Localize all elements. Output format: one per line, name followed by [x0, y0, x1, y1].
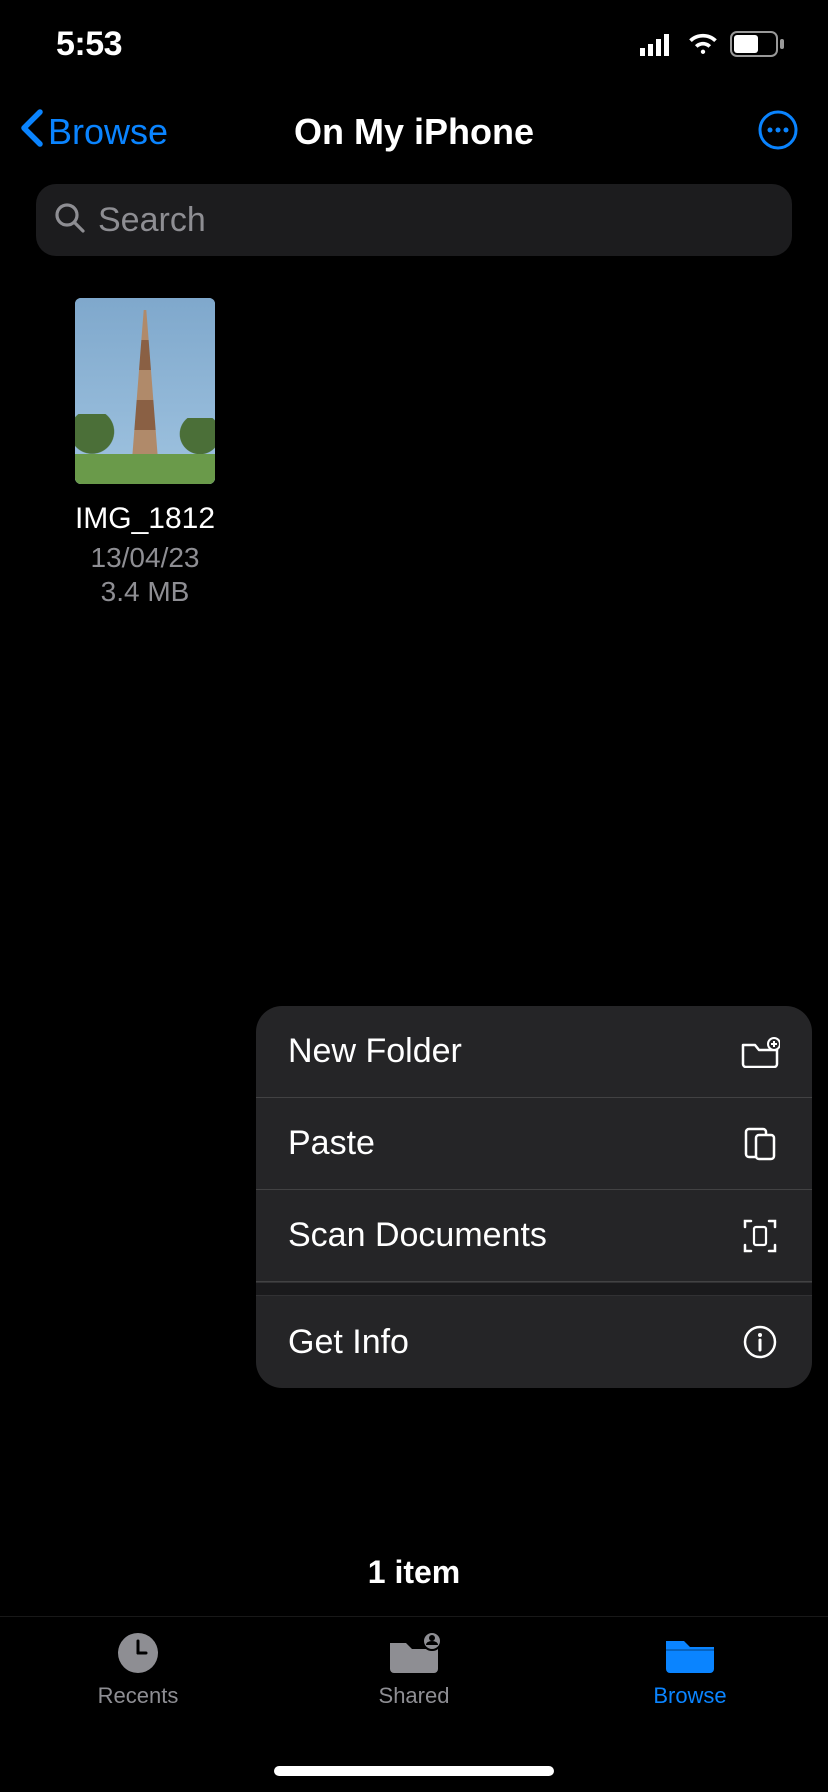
file-size: 3.4 MB	[101, 576, 190, 608]
chevron-left-icon	[18, 108, 46, 157]
menu-label: Scan Documents	[288, 1216, 547, 1255]
folder-plus-icon	[740, 1032, 780, 1072]
more-options-button[interactable]	[756, 110, 800, 154]
file-item[interactable]: IMG_1812 13/04/23 3.4 MB	[40, 298, 250, 608]
menu-get-info[interactable]: Get Info	[256, 1296, 812, 1388]
search-input[interactable]	[98, 201, 774, 240]
folder-icon	[662, 1631, 718, 1675]
status-time: 5:53	[56, 25, 122, 64]
search-icon	[54, 202, 86, 239]
status-bar: 5:53	[0, 0, 828, 88]
menu-paste[interactable]: Paste	[256, 1098, 812, 1190]
wifi-icon	[686, 32, 720, 56]
file-date: 13/04/23	[91, 542, 200, 574]
tab-shared[interactable]: Shared	[314, 1631, 514, 1709]
tab-label: Recents	[98, 1683, 179, 1709]
file-name: IMG_1812	[75, 502, 215, 536]
menu-scan-documents[interactable]: Scan Documents	[256, 1190, 812, 1282]
shared-folder-icon	[386, 1631, 442, 1675]
search-bar[interactable]	[36, 184, 792, 256]
nav-bar: Browse On My iPhone	[0, 88, 828, 176]
cellular-icon	[640, 32, 676, 56]
info-circle-icon	[740, 1322, 780, 1362]
context-menu: New Folder Paste Scan Documents Get Info	[256, 1006, 812, 1388]
file-grid: IMG_1812 13/04/23 3.4 MB	[0, 274, 828, 632]
back-button[interactable]: Browse	[18, 108, 168, 157]
clock-icon	[110, 1631, 166, 1675]
ellipsis-circle-icon	[757, 109, 799, 156]
menu-label: Paste	[288, 1124, 375, 1163]
tab-browse[interactable]: Browse	[590, 1631, 790, 1709]
tab-recents[interactable]: Recents	[38, 1631, 238, 1709]
doc-scan-icon	[740, 1216, 780, 1256]
back-label: Browse	[48, 111, 168, 153]
home-indicator[interactable]	[274, 1766, 554, 1776]
menu-label: New Folder	[288, 1032, 462, 1071]
menu-new-folder[interactable]: New Folder	[256, 1006, 812, 1098]
tab-label: Browse	[653, 1683, 726, 1709]
page-title: On My iPhone	[294, 111, 534, 153]
clipboard-paste-icon	[740, 1124, 780, 1164]
status-indicators	[640, 31, 786, 57]
menu-separator	[256, 1282, 812, 1296]
file-thumbnail	[75, 298, 215, 484]
menu-label: Get Info	[288, 1323, 409, 1362]
item-count: 1 item	[0, 1554, 828, 1591]
battery-icon	[730, 31, 786, 57]
tab-label: Shared	[379, 1683, 450, 1709]
